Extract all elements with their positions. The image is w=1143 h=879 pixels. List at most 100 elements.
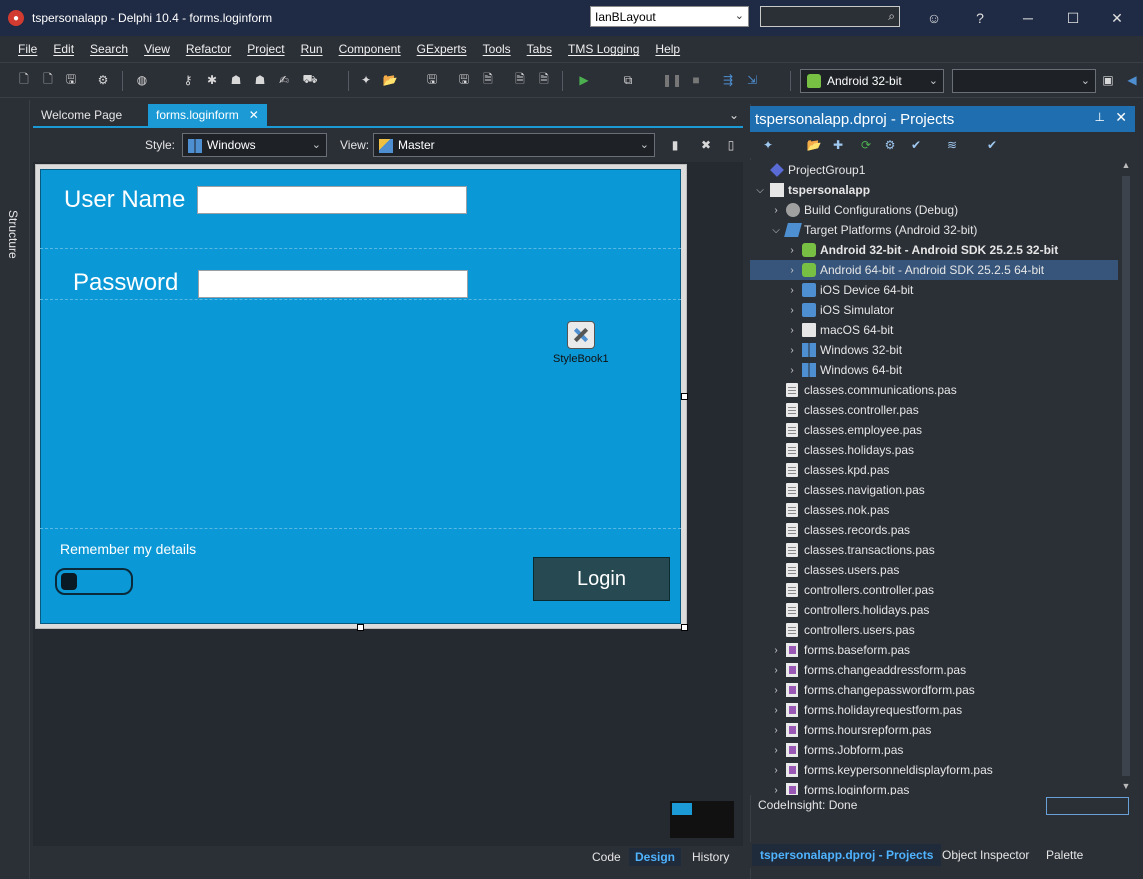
tree-item[interactable]: controllers.users.pas (750, 620, 1118, 640)
step-over-icon[interactable]: ⇶ (720, 72, 736, 88)
menu-item-component[interactable]: Component (339, 42, 401, 56)
chevron-right-icon[interactable]: › (770, 645, 782, 656)
save-all-icon[interactable]: 🖫 (63, 72, 79, 88)
project-tree-scrollbar[interactable]: ▲ ▼ (1118, 160, 1134, 795)
open-project-icon[interactable]: 📂 (382, 72, 398, 88)
robot-icon[interactable]: ☗ (252, 72, 268, 88)
resize-handle[interactable] (681, 624, 688, 631)
phone-icon[interactable]: ▯ (723, 137, 739, 153)
tab-welcome-page[interactable]: Welcome Page (33, 104, 130, 126)
structure-side-tab[interactable]: Structure (0, 100, 30, 879)
chevron-right-icon[interactable]: › (786, 265, 798, 276)
scroll-down-icon[interactable]: ▼ (1118, 781, 1134, 795)
tree-item[interactable]: classes.records.pas (750, 520, 1118, 540)
maximize-button[interactable]: ☐ (1058, 0, 1088, 36)
tree-item[interactable]: classes.communications.pas (750, 380, 1118, 400)
tree-item[interactable]: ⌵ tspersonalapp (750, 180, 1118, 200)
chevron-right-icon[interactable]: › (786, 365, 798, 376)
tree-item[interactable]: › forms.changepasswordform.pas (750, 680, 1118, 700)
tab-projects[interactable]: tspersonalapp.dproj - Projects (752, 844, 942, 866)
arrow-left-icon[interactable]: ◀ (1124, 72, 1140, 88)
chevron-down-icon[interactable]: ⌄ (729, 108, 739, 122)
tree-item[interactable]: › forms.loginform.pas (750, 780, 1118, 795)
menu-item-tabs[interactable]: Tabs (527, 42, 552, 56)
run-icon[interactable]: ▶ (576, 72, 592, 88)
menu-item-edit[interactable]: Edit (53, 42, 74, 56)
resize-handle[interactable] (357, 624, 364, 631)
step-into-icon[interactable]: ⇲ (744, 72, 760, 88)
chevron-right-icon[interactable]: › (770, 785, 782, 796)
tree-item[interactable]: › Android 64-bit - Android SDK 25.2.5 64-… (750, 260, 1118, 280)
remove-file-icon[interactable]: 🗎 (536, 72, 552, 88)
tree-item[interactable]: › Build Configurations (Debug) (750, 200, 1118, 220)
ide-search-input[interactable]: ⌕ (760, 6, 900, 27)
chevron-right-icon[interactable]: › (786, 285, 798, 296)
chevron-down-icon[interactable]: ⌵ (770, 225, 782, 236)
tree-item[interactable]: › macOS 64-bit (750, 320, 1118, 340)
tree-item[interactable]: controllers.controller.pas (750, 580, 1118, 600)
tree-item[interactable]: classes.users.pas (750, 560, 1118, 580)
chevron-right-icon[interactable]: › (770, 705, 782, 716)
key-icon[interactable]: ⚷ (180, 72, 196, 88)
menu-item-project[interactable]: Project (247, 42, 284, 56)
remember-toggle[interactable] (55, 568, 133, 595)
check-icon[interactable]: ✔ (984, 137, 1000, 153)
tree-item[interactable]: › forms.holidayrequestform.pas (750, 700, 1118, 720)
feedback-icon[interactable]: ☺ (920, 0, 948, 36)
menu-item-run[interactable]: Run (301, 42, 323, 56)
build-icon[interactable]: ⚙ (882, 137, 898, 153)
tree-item[interactable]: classes.controller.pas (750, 400, 1118, 420)
tree-item[interactable]: › Windows 64-bit (750, 360, 1118, 380)
tree-item[interactable]: classes.employee.pas (750, 420, 1118, 440)
help-button[interactable]: ? (968, 0, 992, 36)
device-icon[interactable]: ▣ (1100, 72, 1116, 88)
tab-palette[interactable]: Palette (1038, 844, 1091, 866)
chevron-right-icon[interactable]: › (770, 765, 782, 776)
add-file-icon[interactable]: 🗎 (512, 72, 528, 88)
tree-item[interactable]: › forms.keypersonneldisplayform.pas (750, 760, 1118, 780)
open-folder-icon[interactable]: 📂 (806, 137, 822, 153)
scroll-up-icon[interactable]: ▲ (1118, 160, 1134, 174)
style-select[interactable]: Windows ⌄ (182, 133, 327, 157)
username-input[interactable] (197, 186, 467, 214)
resize-handle[interactable] (681, 393, 688, 400)
chat-icon[interactable]: ☗ (228, 72, 244, 88)
tab-code[interactable]: Code (586, 848, 627, 866)
tool-icon[interactable]: ✱ (204, 72, 220, 88)
run-without-debug-icon[interactable]: ⧉ (620, 72, 636, 88)
tree-item[interactable]: controllers.holidays.pas (750, 600, 1118, 620)
chevron-right-icon[interactable]: › (786, 325, 798, 336)
tree-item[interactable]: › Windows 32-bit (750, 340, 1118, 360)
menu-item-file[interactable]: File (18, 42, 37, 56)
close-button[interactable]: ✕ (1102, 0, 1132, 36)
target-platform-select[interactable]: Android 32-bit ⌄ (800, 69, 944, 93)
menu-item-tms-logging[interactable]: TMS Logging (568, 42, 639, 56)
minimize-button[interactable]: ─ (1013, 0, 1043, 36)
close-icon[interactable]: ✕ (1115, 109, 1127, 126)
chevron-right-icon[interactable]: › (770, 745, 782, 756)
device-preview-icon[interactable]: ▮ (667, 137, 683, 153)
tree-item[interactable]: classes.kpd.pas (750, 460, 1118, 480)
tree-item[interactable]: › forms.baseform.pas (750, 640, 1118, 660)
chevron-right-icon[interactable]: › (786, 305, 798, 316)
signature-icon[interactable]: ✍ (276, 72, 292, 88)
cart-icon[interactable]: ⛟ (302, 72, 318, 88)
tree-item[interactable]: ProjectGroup1 (750, 160, 1118, 180)
pause-icon[interactable]: ❚❚ (662, 72, 682, 88)
menu-item-gexperts[interactable]: GExperts (417, 42, 467, 56)
delphi-app-icon[interactable]: ● (8, 10, 24, 26)
add-icon[interactable]: ✚ (830, 137, 846, 153)
tab-design[interactable]: Design (629, 848, 682, 866)
tree-item[interactable]: classes.transactions.pas (750, 540, 1118, 560)
save-as-icon[interactable]: 🖫 (456, 72, 472, 88)
new-items-icon[interactable]: 🗋 (40, 72, 56, 88)
layout-selector[interactable]: IanBLayout ⌄ (590, 6, 749, 27)
tree-item[interactable]: classes.holidays.pas (750, 440, 1118, 460)
login-button[interactable]: Login (533, 557, 670, 601)
new-file-icon[interactable]: 🗋 (16, 72, 32, 88)
close-icon[interactable]: ✕ (249, 108, 259, 122)
tree-item[interactable]: › Android 32-bit - Android SDK 25.2.5 32-… (750, 240, 1118, 260)
menu-item-refactor[interactable]: Refactor (186, 42, 231, 56)
tree-item[interactable]: ⌵ Target Platforms (Android 32-bit) (750, 220, 1118, 240)
tree-item[interactable]: › forms.Jobform.pas (750, 740, 1118, 760)
